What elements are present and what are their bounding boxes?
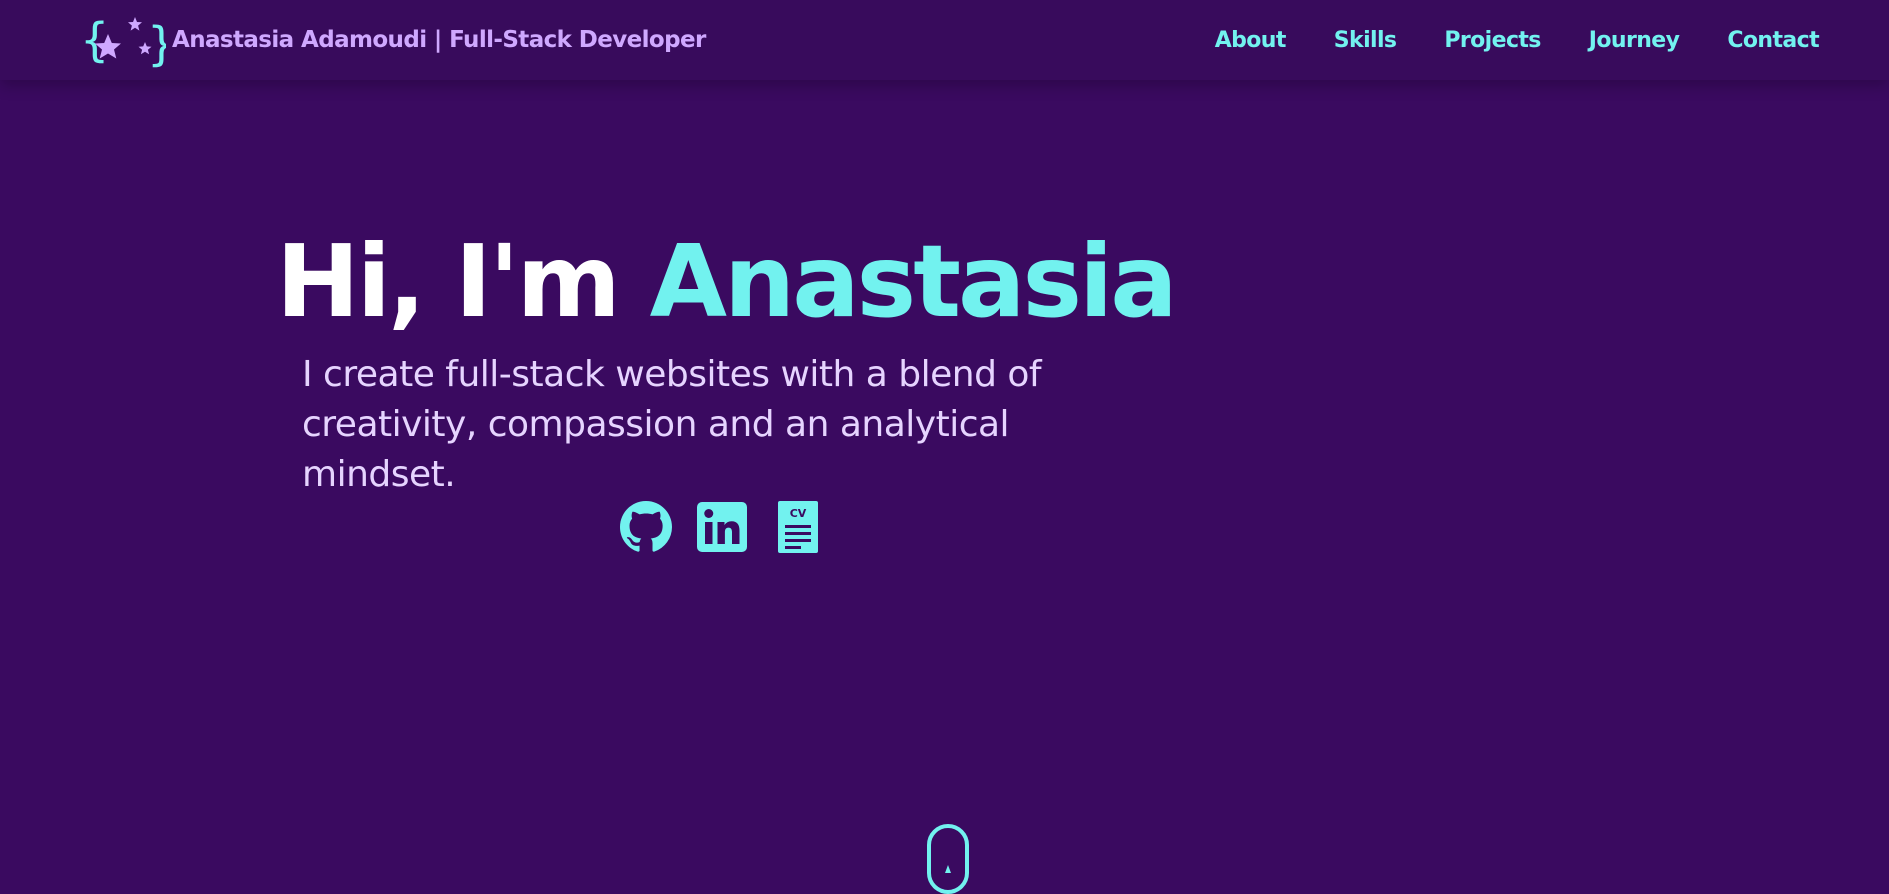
- github-link[interactable]: [620, 501, 672, 553]
- cv-label: CV: [790, 507, 807, 520]
- main-nav: About Skills Projects Journey Contact: [1167, 0, 1820, 80]
- cv-document-icon: CV: [778, 501, 818, 553]
- nav-contact[interactable]: Contact: [1727, 28, 1819, 53]
- linkedin-icon: [697, 502, 747, 552]
- hero-name: Anastasia: [649, 223, 1178, 340]
- scroll-arrow-icon: [945, 865, 951, 873]
- cv-link[interactable]: CV: [772, 501, 824, 553]
- nav-projects[interactable]: Projects: [1444, 28, 1541, 53]
- mouse-scroll-icon[interactable]: [927, 824, 969, 894]
- brand-name: Anastasia Adamoudi | Full-Stack Develope…: [172, 27, 706, 53]
- linkedin-link[interactable]: [696, 501, 748, 553]
- nav-skills[interactable]: Skills: [1334, 28, 1397, 53]
- svg-text:}: }: [147, 17, 166, 68]
- social-links: CV: [620, 500, 848, 554]
- svg-text:{: {: [80, 13, 109, 67]
- hero-tagline: I create full-stack websites with a blen…: [302, 354, 1042, 495]
- nav-about[interactable]: About: [1215, 28, 1287, 53]
- brand-link[interactable]: { } Anastasia Adamoudi | Full-Stack Deve…: [80, 12, 706, 68]
- curly-braces-stars-icon: { }: [80, 13, 166, 68]
- hero-greeting: Hi, I'm: [276, 223, 650, 340]
- navbar: { } Anastasia Adamoudi | Full-Stack Deve…: [0, 0, 1889, 80]
- hero-title: Hi, I'm Anastasia: [276, 222, 1178, 342]
- github-icon: [620, 501, 672, 552]
- nav-journey[interactable]: Journey: [1589, 28, 1680, 53]
